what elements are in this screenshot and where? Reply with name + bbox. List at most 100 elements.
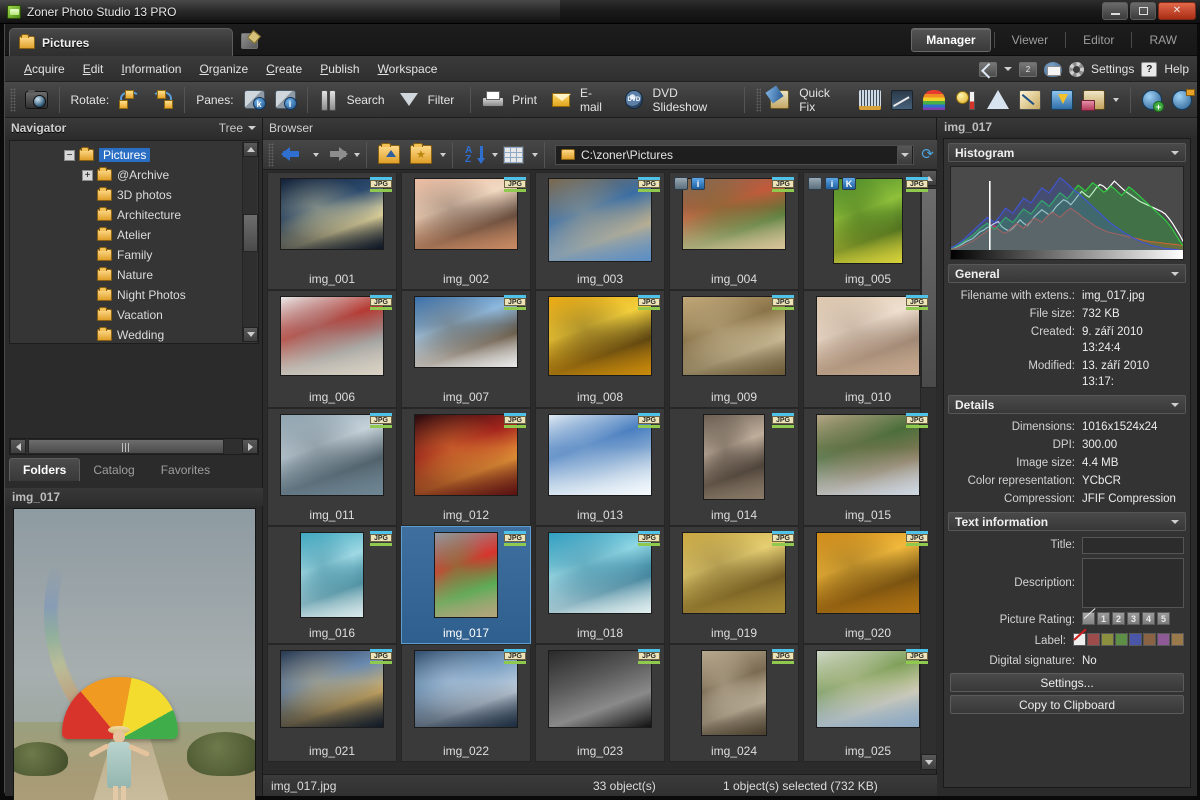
- histogram-button[interactable]: [854, 88, 886, 112]
- pane-info-button[interactable]: i: [270, 88, 301, 111]
- thumbnail-cell-img_017[interactable]: JPGimg_017: [401, 526, 531, 644]
- menu-acquire[interactable]: Acquire: [15, 59, 74, 79]
- globe-flag-button[interactable]: [1167, 88, 1197, 112]
- document-tab-pictures[interactable]: Pictures: [9, 28, 233, 56]
- info-icon[interactable]: i: [691, 177, 705, 190]
- close-button[interactable]: ✕: [1158, 2, 1196, 20]
- rating-3-button[interactable]: 3: [1127, 612, 1140, 625]
- thumbnail-cell-img_005[interactable]: JPGiKimg_005: [803, 172, 933, 290]
- menu-create[interactable]: Create: [257, 59, 311, 79]
- tree-item-family[interactable]: Family: [16, 245, 232, 265]
- picture-rating[interactable]: 1 2 3 4 5: [1082, 612, 1170, 625]
- label-swatch-7[interactable]: [1171, 633, 1184, 646]
- chevron-down-icon[interactable]: [1171, 520, 1179, 524]
- rating-2-button[interactable]: 2: [1112, 612, 1125, 625]
- label-color-swatches[interactable]: [1073, 633, 1184, 646]
- globe-add-button[interactable]: +: [1137, 88, 1167, 112]
- mail-globe-icon[interactable]: [1044, 62, 1062, 77]
- address-bar[interactable]: C:\zoner\Pictures: [555, 145, 914, 165]
- tree-horizontal-scrollbar[interactable]: [9, 438, 259, 455]
- scroll-up-button[interactable]: [243, 142, 258, 157]
- thumbnail-cell-img_003[interactable]: JPGimg_003: [535, 172, 665, 290]
- thumbnail-cell-img_011[interactable]: JPGimg_011: [267, 408, 397, 526]
- lock-icon[interactable]: [808, 177, 822, 190]
- copy-to-clipboard-button[interactable]: Copy to Clipboard: [950, 695, 1184, 714]
- toolbar-grip-2[interactable]: [756, 88, 762, 112]
- gear-icon[interactable]: [1069, 62, 1084, 77]
- tab-manager[interactable]: Manager: [911, 28, 990, 52]
- tab-raw[interactable]: RAW: [1135, 29, 1191, 51]
- info-icon[interactable]: i: [825, 177, 839, 190]
- screen-arrow-icon[interactable]: [979, 62, 997, 77]
- chevron-down-icon[interactable]: [248, 126, 256, 130]
- settings-label[interactable]: Settings: [1091, 62, 1134, 76]
- grid-vertical-scrollbar[interactable]: [920, 170, 936, 770]
- subtab-favorites[interactable]: Favorites: [148, 459, 223, 481]
- thumbnail-cell-img_019[interactable]: JPGimg_019: [669, 526, 799, 644]
- chevron-down-icon[interactable]: [1004, 67, 1012, 71]
- label-swatch-2[interactable]: [1101, 633, 1114, 646]
- tree-item-night-photos[interactable]: Night Photos: [16, 285, 232, 305]
- email-button[interactable]: E-mail: [547, 84, 620, 116]
- back-button[interactable]: [278, 145, 310, 164]
- rotate-left-button[interactable]: [114, 88, 146, 112]
- question-icon[interactable]: ?: [1141, 62, 1157, 77]
- section-header-histogram[interactable]: Histogram: [948, 143, 1186, 162]
- expand-icon[interactable]: +: [82, 170, 93, 181]
- color-button[interactable]: [918, 88, 950, 112]
- browser-toolbar-grip[interactable]: [268, 143, 274, 167]
- scroll-left-button[interactable]: [10, 439, 26, 454]
- acquire-camera-button[interactable]: [20, 89, 53, 111]
- tree-item-nature[interactable]: Nature: [16, 265, 232, 285]
- thumbnail-cell-img_001[interactable]: JPGimg_001: [267, 172, 397, 290]
- thumbnail-cell-img_016[interactable]: JPGimg_016: [267, 526, 397, 644]
- menu-publish[interactable]: Publish: [311, 59, 368, 79]
- chevron-down-icon[interactable]: [532, 153, 538, 157]
- subtab-catalog[interactable]: Catalog: [80, 459, 147, 481]
- layers-button[interactable]: [1078, 88, 1124, 112]
- chevron-down-icon[interactable]: [1171, 272, 1179, 276]
- tree-item-archive[interactable]: + @Archive: [16, 165, 232, 185]
- thumbnail-cell-img_025[interactable]: JPGimg_025: [803, 644, 933, 762]
- pane-keywords-button[interactable]: k: [239, 88, 270, 111]
- collapse-icon[interactable]: −: [64, 150, 75, 161]
- tree-item-vacation[interactable]: Vacation: [16, 305, 232, 325]
- filter-button[interactable]: Filter: [395, 91, 465, 109]
- thumbnail-cell-img_023[interactable]: JPGimg_023: [535, 644, 665, 762]
- menu-organize[interactable]: Organize: [190, 59, 257, 79]
- resize-button[interactable]: [1014, 88, 1046, 112]
- chevron-down-icon[interactable]: [354, 153, 360, 157]
- thumbnail-cell-img_004[interactable]: JPGiimg_004: [669, 172, 799, 290]
- up-folder-button[interactable]: [373, 143, 405, 166]
- scroll-thumb[interactable]: [243, 214, 258, 252]
- grid-scroll-down-button[interactable]: [921, 754, 937, 770]
- title-input[interactable]: [1082, 537, 1184, 554]
- chevron-down-icon[interactable]: [440, 153, 446, 157]
- thumbnail-cell-img_020[interactable]: JPGimg_020: [803, 526, 933, 644]
- brightness-button[interactable]: [950, 88, 982, 112]
- folder-tree[interactable]: − Pictures + @Archive 3D photos: [9, 140, 259, 344]
- label-swatch-5[interactable]: [1143, 633, 1156, 646]
- thumbnail-grid[interactable]: JPGimg_001JPGimg_002JPGimg_003JPGiimg_00…: [263, 170, 937, 770]
- forward-button[interactable]: [319, 145, 351, 164]
- tree-item-pictures[interactable]: − Pictures: [16, 145, 232, 165]
- label-swatch-4[interactable]: [1129, 633, 1142, 646]
- rotate-right-button[interactable]: [146, 88, 178, 112]
- thumbnail-cell-img_024[interactable]: JPGimg_024: [669, 644, 799, 762]
- subtab-folders[interactable]: Folders: [9, 458, 80, 481]
- quick-fix-button[interactable]: Quick Fix: [765, 84, 854, 116]
- menu-workspace[interactable]: Workspace: [369, 59, 447, 79]
- settings-button[interactable]: Settings...: [950, 673, 1184, 692]
- menu-information[interactable]: Information: [112, 59, 190, 79]
- address-dropdown-button[interactable]: [897, 146, 912, 164]
- rating-5-button[interactable]: 5: [1157, 612, 1170, 625]
- thumbnail-cell-img_022[interactable]: JPGimg_022: [401, 644, 531, 762]
- chevron-down-icon[interactable]: [1171, 403, 1179, 407]
- section-header-general[interactable]: General: [948, 264, 1186, 283]
- thumbnail-cell-img_008[interactable]: JPGimg_008: [535, 290, 665, 408]
- thumbnail-cell-img_006[interactable]: JPGimg_006: [267, 290, 397, 408]
- thumbnail-cell-img_014[interactable]: JPGimg_014: [669, 408, 799, 526]
- thumbnail-cell-img_021[interactable]: JPGimg_021: [267, 644, 397, 762]
- thumbnail-cell-img_010[interactable]: JPGimg_010: [803, 290, 933, 408]
- keywords-icon[interactable]: K: [842, 177, 856, 190]
